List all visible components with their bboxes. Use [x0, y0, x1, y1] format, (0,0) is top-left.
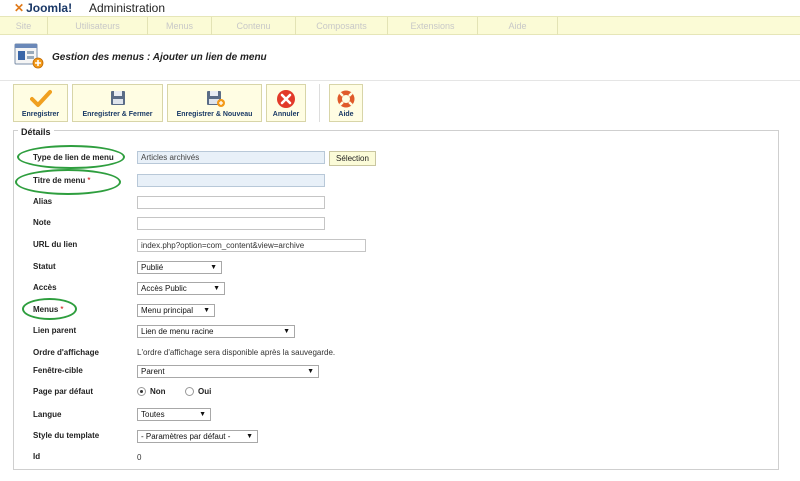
required-star: * [87, 176, 91, 185]
parent-select[interactable]: Lien de menu racine ▼ [137, 325, 295, 338]
link-label: URL du lien [33, 240, 78, 249]
logo-text: Joomla! [26, 1, 73, 15]
id-value: 0 [137, 453, 142, 462]
menu-item-users[interactable]: Utilisateurs [48, 17, 148, 35]
menus-select[interactable]: Menu principal ▼ [137, 304, 215, 317]
help-button-label: Aide [338, 111, 354, 118]
target-label: Fenêtre-cible [33, 366, 83, 375]
save-close-button[interactable]: Enregistrer & Fermer [72, 84, 163, 122]
checkmark-icon [29, 90, 52, 107]
floppy-disk-add-icon [206, 91, 225, 107]
menu-item-site[interactable]: Site [0, 17, 48, 35]
note-label: Note [33, 218, 51, 227]
id-label: Id [33, 452, 41, 461]
template-style-select[interactable]: - Paramètres par défaut - ▼ [137, 430, 258, 443]
status-label: Statut [33, 262, 56, 271]
chevron-down-icon: ▼ [210, 264, 217, 271]
menu-item-extensions[interactable]: Extensions [388, 17, 478, 35]
home-yes-label: Oui [198, 387, 212, 396]
language-select-value: Toutes [141, 410, 165, 419]
joomla-logo: ✕ Joomla! [14, 1, 72, 15]
details-legend: Détails [18, 127, 54, 137]
menu-item-menus[interactable]: Menus [148, 17, 212, 35]
link-input[interactable]: index.php?option=com_content&view=archiv… [137, 239, 366, 252]
details-fieldset [13, 130, 779, 470]
home-yes-radio[interactable] [185, 387, 194, 396]
menu-item-content[interactable]: Contenu [212, 17, 296, 35]
menu-item-help[interactable]: Aide [478, 17, 558, 35]
ordering-label: Ordre d'affichage [33, 348, 99, 357]
required-star: * [60, 305, 64, 314]
menus-label-text: Menus [33, 305, 59, 314]
parent-label: Lien parent [33, 326, 77, 335]
save-close-button-label: Enregistrer & Fermer [82, 111, 153, 118]
save-new-button[interactable]: Enregistrer & Nouveau [167, 84, 262, 122]
cancel-icon [277, 90, 295, 108]
page-title: Gestion des menus : Ajouter un lien de m… [52, 52, 267, 63]
template-style-value: - Paramètres par défaut - [141, 432, 231, 441]
main-menu-bar: Site Utilisateurs Menus Contenu Composan… [0, 16, 800, 35]
language-select[interactable]: Toutes ▼ [137, 408, 211, 421]
target-window-select[interactable]: Parent ▼ [137, 365, 319, 378]
menu-manager-add-icon [14, 42, 44, 70]
page-header: Gestion des menus : Ajouter un lien de m… [0, 36, 800, 80]
status-select-value: Publié [141, 263, 164, 272]
template-style-label: Style du template [33, 431, 100, 440]
access-label: Accès [33, 283, 57, 292]
help-button[interactable]: Aide [329, 84, 363, 122]
save-button-label: Enregistrer [21, 111, 60, 118]
menu-title-input[interactable] [137, 174, 325, 187]
chevron-down-icon: ▼ [283, 328, 290, 335]
home-no-label: Non [150, 387, 166, 396]
chevron-down-icon: ▼ [213, 285, 220, 292]
note-input[interactable] [137, 217, 325, 230]
title-label-text: Titre de menu [33, 176, 86, 185]
access-select-value: Accès Public [141, 284, 187, 293]
admin-title: Administration [89, 1, 166, 15]
chevron-down-icon: ▼ [199, 411, 206, 418]
title-label: Titre de menu * [33, 176, 90, 185]
cancel-button-label: Annuler [272, 111, 300, 118]
floppy-disk-icon [110, 91, 125, 105]
ordering-note: L'ordre d'affichage sera disponible aprè… [137, 348, 336, 357]
menu-item-components[interactable]: Composants [296, 17, 388, 35]
menu-type-field: Articles archivés [137, 151, 325, 164]
alias-label: Alias [33, 197, 53, 206]
select-type-button[interactable]: Sélection [329, 151, 376, 166]
top-bar: ✕ Joomla! Administration [0, 0, 800, 16]
toolbar-divider [319, 84, 320, 122]
chevron-down-icon: ▼ [203, 307, 210, 314]
chevron-down-icon: ▼ [307, 368, 314, 375]
save-button[interactable]: Enregistrer [13, 84, 68, 122]
access-select[interactable]: Accès Public ▼ [137, 282, 225, 295]
toolbar-separator [0, 80, 800, 81]
menus-label: Menus * [33, 305, 63, 314]
menus-select-value: Menu principal [141, 306, 194, 315]
target-select-value: Parent [141, 367, 165, 376]
status-select[interactable]: Publié ▼ [137, 261, 222, 274]
joomla-logo-icon: ✕ [14, 1, 25, 15]
lifebuoy-icon [337, 90, 355, 108]
chevron-down-icon: ▼ [246, 433, 253, 440]
home-label: Page par défaut [33, 387, 94, 396]
home-no-radio[interactable] [137, 387, 146, 396]
menu-type-label: Type de lien de menu [33, 153, 114, 162]
cancel-button[interactable]: Annuler [266, 84, 306, 122]
alias-input[interactable] [137, 196, 325, 209]
parent-select-value: Lien de menu racine [141, 327, 214, 336]
save-new-button-label: Enregistrer & Nouveau [176, 111, 253, 118]
language-label: Langue [33, 410, 62, 419]
